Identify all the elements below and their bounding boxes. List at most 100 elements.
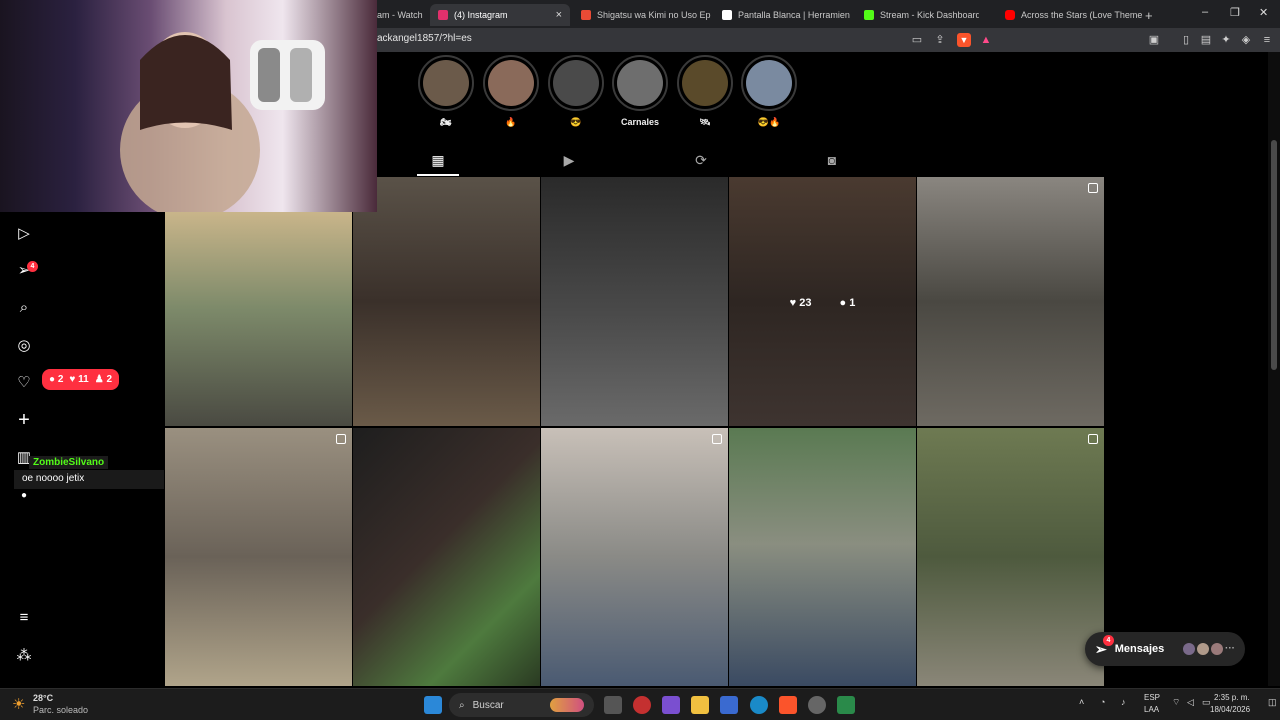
scrollbar-thumb[interactable] [1271,140,1277,370]
new-tab-button[interactable]: + [1145,4,1159,26]
wallet-icon[interactable]: ▤ [1199,33,1213,47]
browser-tab[interactable]: Stream - Kick Dashboard [864,4,979,26]
post-thumbnail[interactable] [353,177,540,426]
weather-temp: 28°C [33,693,54,703]
post-thumbnail[interactable] [729,428,916,686]
tab-title: am - Watch [377,10,423,20]
close-window-icon[interactable]: ✕ [1259,6,1268,19]
browser-tab[interactable]: Pantalla Blanca | Herramienta d [722,4,850,26]
tab-reposts-icon[interactable]: ⟳ [693,152,709,168]
windows-taskbar: ☀ 28°C Parc. soleado ⌕ Buscar ˄ ◔ ♪ ESP … [0,688,1280,720]
story-highlight[interactable]: 🛰 [673,55,737,129]
avatar [1211,643,1223,655]
excel-icon[interactable] [837,696,855,714]
story-highlight-carnales[interactable]: Carnales [608,55,672,129]
share-icon[interactable]: ⇪ [933,33,947,47]
cast-icon[interactable]: ▭ [910,33,924,47]
post-thumbnail[interactable] [917,428,1104,686]
create-icon[interactable]: + [14,410,34,430]
highlight-cover [746,60,792,106]
post-thumbnail[interactable] [541,177,728,426]
chevron-up-icon[interactable]: ˄ [1079,697,1084,707]
microsoft-store-icon[interactable] [720,696,738,714]
post-thumbnail[interactable] [165,212,352,426]
recent-chat-avatars: ··· [1183,643,1235,655]
post-thumbnail[interactable] [353,428,540,686]
highlight-label: 🔥 [505,117,517,127]
post-thumbnail[interactable] [541,428,728,686]
comment-activity-count: 2 [57,374,64,385]
keyboard-layout[interactable]: LAA [1144,705,1159,714]
webcam-overlay [0,0,377,212]
follow-activity-count: 2 [106,374,112,385]
tab-tagged-icon[interactable]: ◙ [824,152,840,168]
highlight-label: 😎 [570,117,582,127]
brave-shield-icon[interactable]: ▼ [957,33,971,47]
heart-icon: ♥ [789,296,797,309]
notifications-heart-icon[interactable]: ♡ [14,373,34,393]
highlight-label: 😎🔥 [757,117,781,127]
tab-title: Pantalla Blanca | Herramienta d [738,10,850,20]
mic-tray-icon[interactable]: ♪ [1121,697,1126,707]
browser-tab[interactable]: Shigatsu wa Kimi no Uso Episo [581,4,711,26]
task-view-icon[interactable] [604,696,622,714]
vpn-icon[interactable]: ◈ [1239,33,1253,47]
story-highlight[interactable]: 🔥 [479,55,543,129]
highlight-ring [741,55,797,111]
settings-gear-icon[interactable] [808,696,826,714]
maximize-icon[interactable]: ❐ [1230,6,1240,19]
story-highlight[interactable]: 😎 [544,55,608,129]
carousel-icon [712,434,722,444]
clock-time[interactable]: 2:35 p. m. [1214,693,1250,702]
reader-icon[interactable]: ▯ [1179,33,1193,47]
explore-icon[interactable]: ◎ [14,336,34,356]
post-thumbnail[interactable] [165,428,352,686]
menu-icon[interactable]: ≡ [1260,33,1274,47]
search-placeholder: Buscar [472,699,504,711]
address-bar: ackangel1857/?hl=es ▭ ⇪ ▼ ▲ ▣ ▯ ▤ ✦ ◈ ≡ [377,28,1280,52]
story-highlight[interactable]: 😎🔥 [737,55,801,129]
browser-tab-instagram[interactable]: (4) Instagram × [430,4,570,26]
post-thumbnail-hover[interactable]: ♥ 23 ● 1 [729,177,916,426]
chat-message: oe noooo jetix [14,470,164,489]
network-tray-icon[interactable]: ◔ [1100,697,1105,707]
copilot-icon[interactable] [662,696,680,714]
edge-icon[interactable] [750,696,768,714]
browser-tab-bar: am - Watch (4) Instagram × Shigatsu wa K… [377,0,1280,28]
language-indicator[interactable]: ESP [1144,693,1160,702]
file-explorer-icon[interactable] [691,696,709,714]
close-tab-icon[interactable]: × [556,9,562,21]
instagram-icon [438,10,448,20]
also-from-meta-icon[interactable]: ⁂ [14,646,34,666]
url-field[interactable]: ackangel1857/?hl=es [377,33,472,44]
messages-button[interactable]: ➢ 4 Mensajes ··· [1085,632,1245,666]
tab-posts-grid-icon[interactable]: ▦ [430,152,446,168]
like-activity: ♥ 11 [69,374,89,385]
notifications-icon[interactable]: ◫ [1268,697,1277,708]
brave-icon[interactable] [779,696,797,714]
reels-icon[interactable]: ▷ [14,224,34,244]
activity-pill[interactable]: ● 2 ♥ 11 ♟ 2 [42,369,119,390]
wifi-icon[interactable]: ⌔ [1172,697,1180,708]
start-windows-icon[interactable] [424,696,442,714]
follow-activity: ♟ 2 [94,374,112,385]
tab-favicon [722,10,732,20]
obs-icon[interactable] [633,696,651,714]
search-icon[interactable]: ⌕ [14,298,34,318]
minimize-icon[interactable]: – [1202,6,1208,18]
tab-reels-icon[interactable]: ▶ [561,152,577,168]
comment-activity: ● 2 [49,374,64,385]
volume-icon[interactable]: ◁ [1187,697,1194,708]
clock-date[interactable]: 18/04/2026 [1210,705,1250,714]
sidebar-toggle-icon[interactable]: ▣ [1147,33,1161,47]
brave-rewards-icon[interactable]: ▲ [979,33,993,47]
browser-tab[interactable]: Across the Stars (Love Theme f [1005,4,1143,26]
profile-avatar-icon[interactable]: ● [14,486,34,506]
leo-ai-icon[interactable]: ✦ [1219,33,1233,47]
weather-desc: Parc. soleado [33,705,89,715]
browser-tab[interactable]: am - Watch [377,4,425,26]
more-menu-icon[interactable]: ≡ [14,608,34,628]
post-thumbnail[interactable] [917,177,1104,426]
taskbar-search[interactable]: ⌕ Buscar [449,693,594,717]
story-highlight[interactable]: 🏍 [414,55,478,129]
